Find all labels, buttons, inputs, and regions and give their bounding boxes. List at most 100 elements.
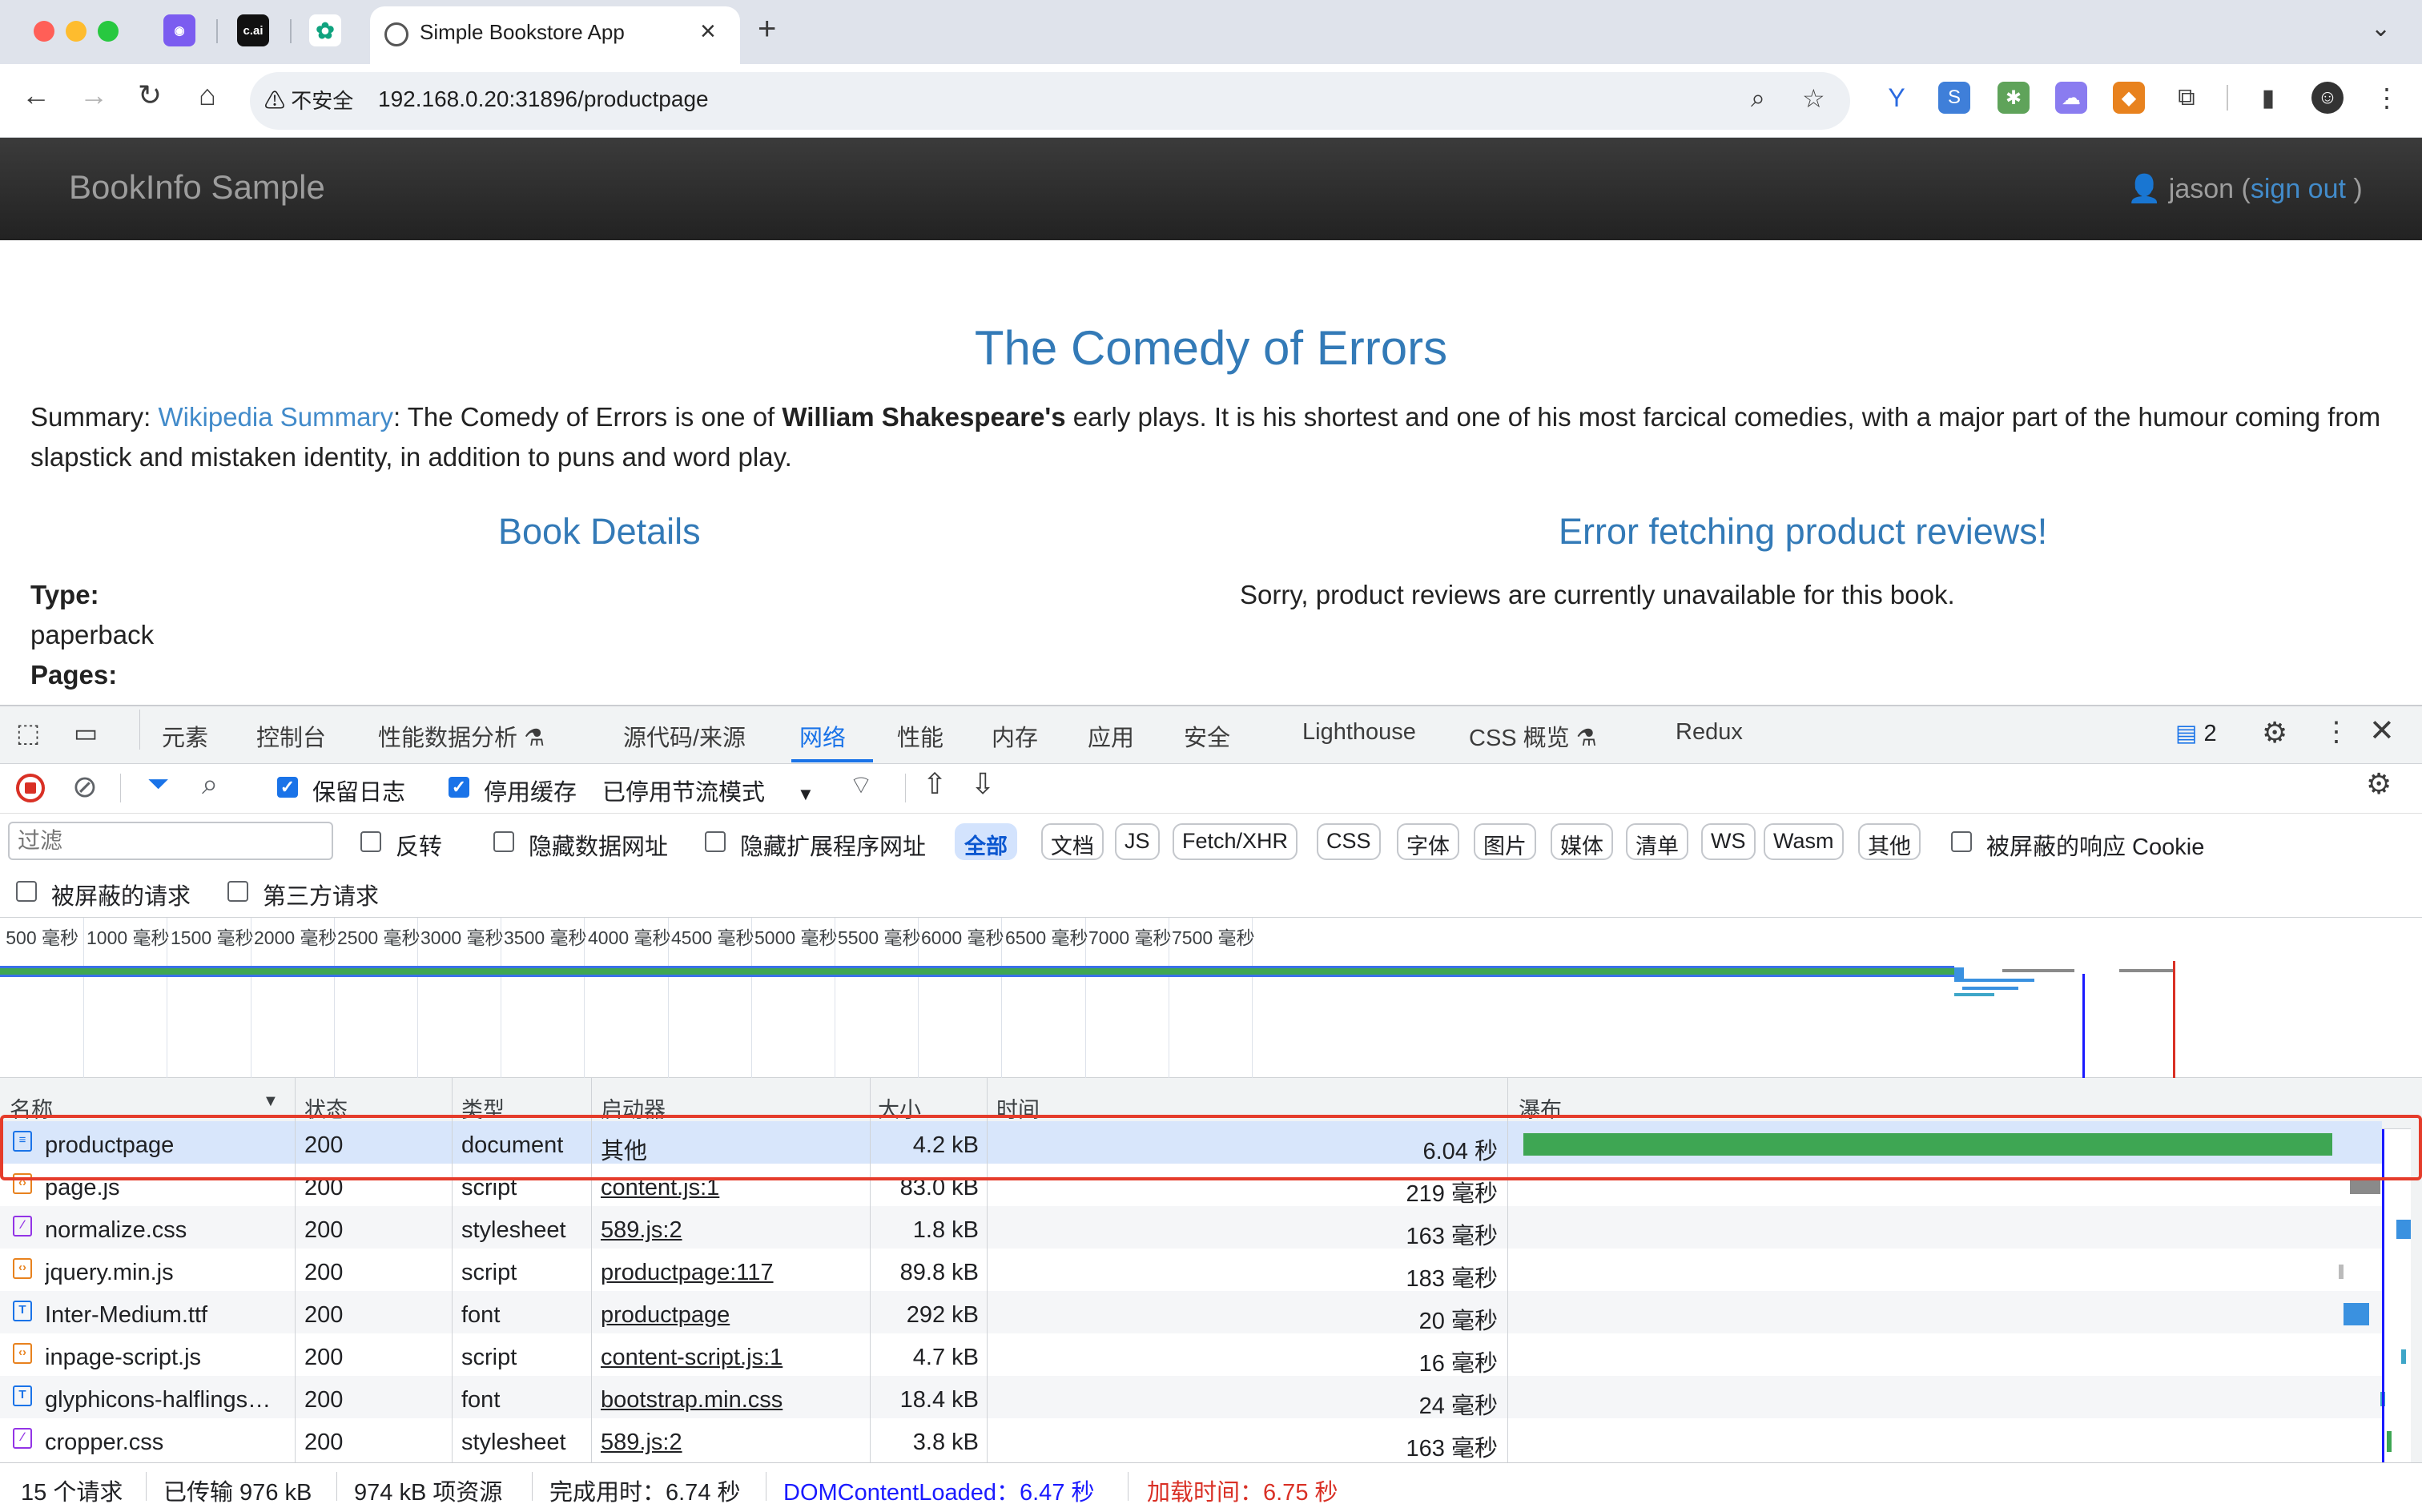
blocked-cookies-checkbox[interactable] [1951, 831, 1972, 852]
filter-chip-font[interactable]: 字体 [1397, 823, 1459, 860]
status-separator [532, 1472, 533, 1501]
back-button[interactable]: ← [16, 78, 56, 112]
pinned-tab-discord-icon[interactable]: ◉ [163, 14, 195, 46]
close-window-button[interactable] [34, 21, 54, 42]
extensions-puzzle-icon[interactable]: ⧉ [2171, 82, 2203, 114]
pages-label: Pages: [30, 660, 118, 690]
active-tab-underline [791, 759, 873, 762]
active-tab[interactable]: Simple Bookstore App × [370, 6, 740, 64]
request-initiator[interactable]: 589.js:2 [601, 1430, 865, 1456]
filter-funnel-icon[interactable]: ⏷ [147, 769, 169, 800]
filter-chip-wasm[interactable]: Wasm [1764, 823, 1844, 860]
tab-sources[interactable]: 源代码/来源 [623, 719, 746, 753]
hide-ext-urls-checkbox[interactable] [705, 831, 726, 852]
maximize-window-button[interactable] [98, 21, 119, 42]
extension-cloud-icon[interactable]: ☁ [2055, 82, 2087, 114]
overview-tick-label: 1500 毫秒 [171, 927, 254, 948]
network-settings-gear-icon[interactable]: ⚙ [2366, 767, 2392, 801]
filter-chip-manifest[interactable]: 清单 [1626, 823, 1688, 860]
reload-button[interactable]: ↻ [130, 78, 170, 112]
issues-counter[interactable]: ▤ 2 [2175, 719, 2217, 747]
request-initiator[interactable]: content-script.js:1 [601, 1345, 865, 1371]
tab-console[interactable]: 控制台 [256, 719, 326, 753]
wikipedia-summary-link[interactable]: Wikipedia Summary [159, 402, 393, 432]
request-initiator[interactable]: bootstrap.min.css [601, 1387, 865, 1413]
forward-button[interactable]: → [74, 78, 114, 112]
flask-icon: ⚗ [1575, 726, 1597, 751]
browser-menu-icon[interactable]: ⋮ [2371, 82, 2403, 114]
request-name[interactable]: inpage-script.js [45, 1345, 290, 1371]
tab-performance-insights[interactable]: 性能数据分析 ⚗ [378, 719, 545, 753]
metamask-fox-icon[interactable]: ◆ [2113, 82, 2145, 114]
minimize-window-button[interactable] [66, 21, 86, 42]
extension-y-icon[interactable]: Y [1881, 82, 1913, 114]
home-button[interactable]: ⌂ [187, 78, 227, 112]
devtools-more-icon[interactable]: ⋮ [2323, 716, 2350, 748]
tab-memory[interactable]: 内存 [992, 719, 1038, 753]
zoom-icon[interactable]: ⌕ [1751, 83, 1765, 114]
tab-security[interactable]: 安全 [1184, 719, 1230, 753]
extension-translate-icon[interactable]: ✱ [1998, 82, 2030, 114]
devtools-settings-gear-icon[interactable]: ⚙ [2262, 716, 2287, 750]
filter-chip-js[interactable]: JS [1115, 823, 1160, 860]
throttling-select[interactable]: 已停用节流模式 ▼ [602, 774, 815, 807]
close-tab-icon[interactable]: × [700, 16, 716, 47]
filter-chip-other[interactable]: 其他 [1858, 823, 1921, 860]
stop-recording-button[interactable] [16, 774, 45, 802]
request-name[interactable]: Inter-Medium.ttf [45, 1302, 290, 1329]
filter-chip-fetch-xhr[interactable]: Fetch/XHR [1173, 823, 1298, 860]
tab-elements[interactable]: 元素 [162, 719, 208, 753]
network-conditions-wifi-icon[interactable]: ⌔ [849, 769, 873, 801]
devtools-close-icon[interactable]: ✕ [2369, 713, 2395, 749]
request-name[interactable]: glyphicons-halflings… [45, 1387, 290, 1413]
filter-input[interactable] [8, 822, 333, 860]
request-name[interactable]: jquery.min.js [45, 1260, 290, 1286]
bookmark-star-icon[interactable]: ☆ [1802, 83, 1825, 114]
overview-resource-bar [2002, 969, 2074, 972]
clear-icon[interactable]: ⊘ [72, 769, 98, 805]
tab-network[interactable]: 网络 [799, 719, 846, 753]
filter-chip-all[interactable]: 全部 [955, 823, 1017, 860]
hide-data-urls-checkbox[interactable] [493, 831, 514, 852]
filter-chip-media[interactable]: 媒体 [1551, 823, 1613, 860]
throttling-value: 已停用节流模式 [602, 780, 766, 806]
filter-chip-ws[interactable]: WS [1701, 823, 1756, 860]
third-party-checkbox[interactable] [227, 881, 248, 902]
request-name[interactable]: cropper.css [45, 1430, 290, 1456]
tab-css-overview[interactable]: CSS 概览 ⚗ [1469, 719, 1597, 753]
url-text[interactable]: 192.168.0.20:31896/productpage [378, 86, 709, 112]
invert-checkbox[interactable] [360, 831, 381, 852]
tab-performance[interactable]: 性能 [897, 719, 943, 753]
request-initiator[interactable]: 589.js:2 [601, 1217, 865, 1244]
tab-lighthouse[interactable]: Lighthouse [1302, 719, 1416, 746]
brand[interactable]: BookInfo Sample [69, 168, 325, 207]
search-icon[interactable]: ⌕ [202, 767, 218, 802]
device-toolbar-icon[interactable]: ▭ [74, 718, 98, 748]
request-initiator[interactable]: productpage:117 [601, 1260, 865, 1286]
side-panel-icon[interactable]: ▮ [2252, 82, 2284, 114]
request-initiator[interactable]: productpage [601, 1302, 865, 1329]
filter-chip-doc[interactable]: 文档 [1041, 823, 1104, 860]
inspect-element-icon[interactable]: ⬚ [16, 718, 40, 748]
tab-redux[interactable]: Redux [1676, 719, 1743, 746]
import-har-upload-icon[interactable]: ⇧ [923, 767, 947, 801]
export-har-download-icon[interactable]: ⇩ [971, 767, 995, 801]
extension-s-icon[interactable]: S [1938, 82, 1970, 114]
filter-chip-css[interactable]: CSS [1317, 823, 1381, 860]
request-time: 24 毫秒 [1418, 1393, 1498, 1419]
preserve-log-checkbox[interactable]: ✓ [277, 777, 298, 798]
disable-cache-checkbox[interactable]: ✓ [449, 777, 469, 798]
profile-avatar[interactable]: ☺ [2311, 82, 2344, 114]
tab-search-chevron-icon[interactable]: ⌄ [2371, 14, 2391, 42]
blocked-requests-checkbox[interactable] [16, 881, 37, 902]
pinned-tab-chatgpt-icon[interactable]: ✿ [309, 14, 341, 46]
new-tab-button[interactable]: + [758, 11, 776, 47]
security-indicator[interactable]: ⚠ 不安全 [264, 85, 353, 115]
pinned-tab-cai[interactable]: c.ai [237, 14, 269, 46]
request-size: 18.4 kB [899, 1387, 979, 1413]
request-name[interactable]: normalize.css [45, 1217, 290, 1244]
blocked-requests-label: 被屏蔽的请求 [51, 884, 191, 910]
tab-application[interactable]: 应用 [1088, 719, 1134, 753]
filter-chip-img[interactable]: 图片 [1474, 823, 1536, 860]
sign-out-link[interactable]: sign out [2251, 174, 2346, 204]
